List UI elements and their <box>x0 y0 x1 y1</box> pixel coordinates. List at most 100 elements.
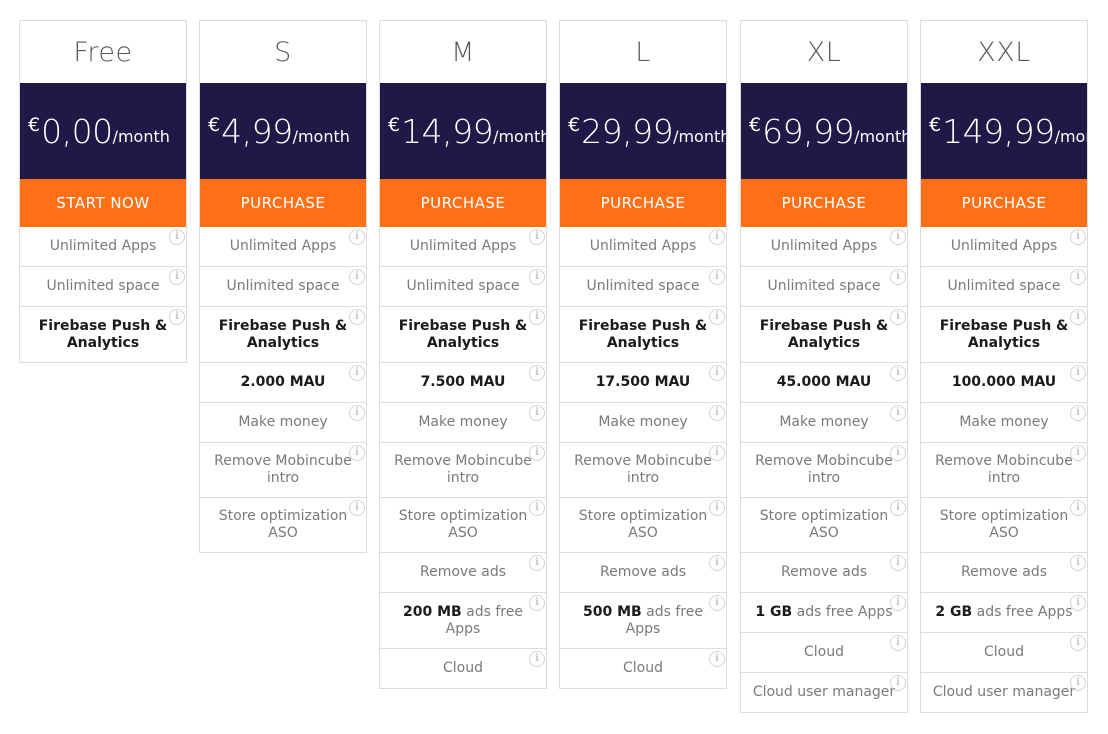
info-icon[interactable]: i <box>709 500 725 516</box>
info-icon[interactable]: i <box>349 500 365 516</box>
info-icon[interactable]: i <box>529 365 545 381</box>
price-amount: 69,99 <box>762 111 855 151</box>
feature-label: 45.000 MAU <box>776 374 872 390</box>
info-icon[interactable]: i <box>709 309 725 325</box>
info-icon[interactable]: i <box>1070 365 1086 381</box>
info-icon[interactable]: i <box>890 635 906 651</box>
info-icon[interactable]: i <box>1070 445 1086 461</box>
info-icon[interactable]: i <box>890 500 906 516</box>
info-icon[interactable]: i <box>349 229 365 245</box>
plan-card-free: Free €0,00/month START NOW Unlimited Apps i U… <box>19 20 187 363</box>
plan-price: €4,99/month <box>200 83 366 179</box>
feature-label: 200 MB ads free Apps <box>384 604 542 638</box>
info-icon[interactable]: i <box>709 555 725 571</box>
feature-row: Firebase Push & Analytics i <box>200 307 366 363</box>
price-period: /month <box>493 126 546 146</box>
info-icon[interactable]: i <box>169 309 185 325</box>
price-period: /month <box>112 126 170 146</box>
info-icon[interactable]: i <box>890 309 906 325</box>
feature-label: Unlimited space <box>947 278 1061 294</box>
feature-label: Firebase Push & Analytics <box>38 317 168 351</box>
info-icon[interactable]: i <box>1070 500 1086 516</box>
info-icon[interactable]: i <box>529 555 545 571</box>
info-icon[interactable]: i <box>1070 269 1086 285</box>
info-icon[interactable]: i <box>890 365 906 381</box>
feature-label: Unlimited Apps <box>589 238 697 254</box>
feature-label: Unlimited space <box>767 278 881 294</box>
feature-label: Store optimization ASO <box>759 508 889 541</box>
plan-card-m: M €14,99/month PURCHASE Unlimited Apps i Unli… <box>379 20 547 689</box>
info-icon[interactable]: i <box>890 229 906 245</box>
feature-label: Make money <box>238 414 328 430</box>
info-icon[interactable]: i <box>709 651 725 667</box>
info-icon[interactable]: i <box>349 269 365 285</box>
info-icon[interactable]: i <box>529 651 545 667</box>
info-icon[interactable]: i <box>1070 635 1086 651</box>
info-icon[interactable]: i <box>709 365 725 381</box>
info-icon[interactable]: i <box>1070 309 1086 325</box>
info-icon[interactable]: i <box>709 595 725 611</box>
info-icon[interactable]: i <box>529 309 545 325</box>
purchase-button[interactable]: PURCHASE <box>921 179 1087 227</box>
feature-label: Remove ads <box>599 564 687 580</box>
info-icon[interactable]: i <box>529 229 545 245</box>
info-icon[interactable]: i <box>529 405 545 421</box>
feature-row: 2.000 MAU i <box>200 363 366 403</box>
info-icon[interactable]: i <box>890 269 906 285</box>
feature-label: Cloud user manager <box>752 684 896 700</box>
purchase-button[interactable]: PURCHASE <box>200 179 366 227</box>
feature-label: Unlimited space <box>226 278 340 294</box>
info-icon[interactable]: i <box>169 269 185 285</box>
info-icon[interactable]: i <box>529 445 545 461</box>
purchase-button[interactable]: PURCHASE <box>380 179 546 227</box>
feature-label: Remove Mobincube intro <box>394 453 532 486</box>
feature-row: Unlimited space i <box>380 267 546 307</box>
purchase-button[interactable]: PURCHASE <box>560 179 726 227</box>
feature-row: Unlimited space i <box>200 267 366 307</box>
info-icon[interactable]: i <box>349 365 365 381</box>
feature-label: 1 GB ads free Apps <box>755 604 892 621</box>
currency-symbol: € <box>28 114 41 136</box>
price-amount: 0,00 <box>41 111 113 151</box>
currency-symbol: € <box>929 114 942 136</box>
info-icon[interactable]: i <box>890 675 906 691</box>
price-period: /month <box>1054 126 1087 146</box>
info-icon[interactable]: i <box>709 229 725 245</box>
info-icon[interactable]: i <box>890 595 906 611</box>
start-now-button[interactable]: START NOW <box>20 179 186 227</box>
plan-name: XXL <box>977 36 1031 68</box>
feature-row: Store optimization ASO i <box>380 498 546 553</box>
info-icon[interactable]: i <box>1070 405 1086 421</box>
info-icon[interactable]: i <box>1070 595 1086 611</box>
info-icon[interactable]: i <box>349 405 365 421</box>
plan-name: XL <box>806 36 842 68</box>
feature-row: Firebase Push & Analytics i <box>560 307 726 363</box>
feature-label: 2 GB ads free Apps <box>935 604 1072 621</box>
price-period: /month <box>854 126 907 146</box>
info-icon[interactable]: i <box>890 445 906 461</box>
feature-label: Remove Mobincube intro <box>755 453 893 486</box>
feature-row: Unlimited Apps i <box>560 227 726 267</box>
feature-row: Cloud i <box>380 649 546 689</box>
info-icon[interactable]: i <box>169 229 185 245</box>
info-icon[interactable]: i <box>529 595 545 611</box>
info-icon[interactable]: i <box>529 269 545 285</box>
info-icon[interactable]: i <box>1070 675 1086 691</box>
info-icon[interactable]: i <box>349 445 365 461</box>
feature-quota: 200 MB <box>403 603 462 620</box>
info-icon[interactable]: i <box>349 309 365 325</box>
feature-row: Firebase Push & Analytics i <box>20 307 186 363</box>
purchase-button[interactable]: PURCHASE <box>741 179 907 227</box>
currency-symbol: € <box>749 114 762 136</box>
info-icon[interactable]: i <box>1070 555 1086 571</box>
feature-label: Make money <box>598 414 688 430</box>
info-icon[interactable]: i <box>709 445 725 461</box>
feature-label: Firebase Push & Analytics <box>218 317 348 351</box>
info-icon[interactable]: i <box>890 405 906 421</box>
info-icon[interactable]: i <box>890 555 906 571</box>
info-icon[interactable]: i <box>1070 229 1086 245</box>
info-icon[interactable]: i <box>709 269 725 285</box>
feature-label: Store optimization ASO <box>398 508 528 541</box>
info-icon[interactable]: i <box>529 500 545 516</box>
info-icon[interactable]: i <box>709 405 725 421</box>
